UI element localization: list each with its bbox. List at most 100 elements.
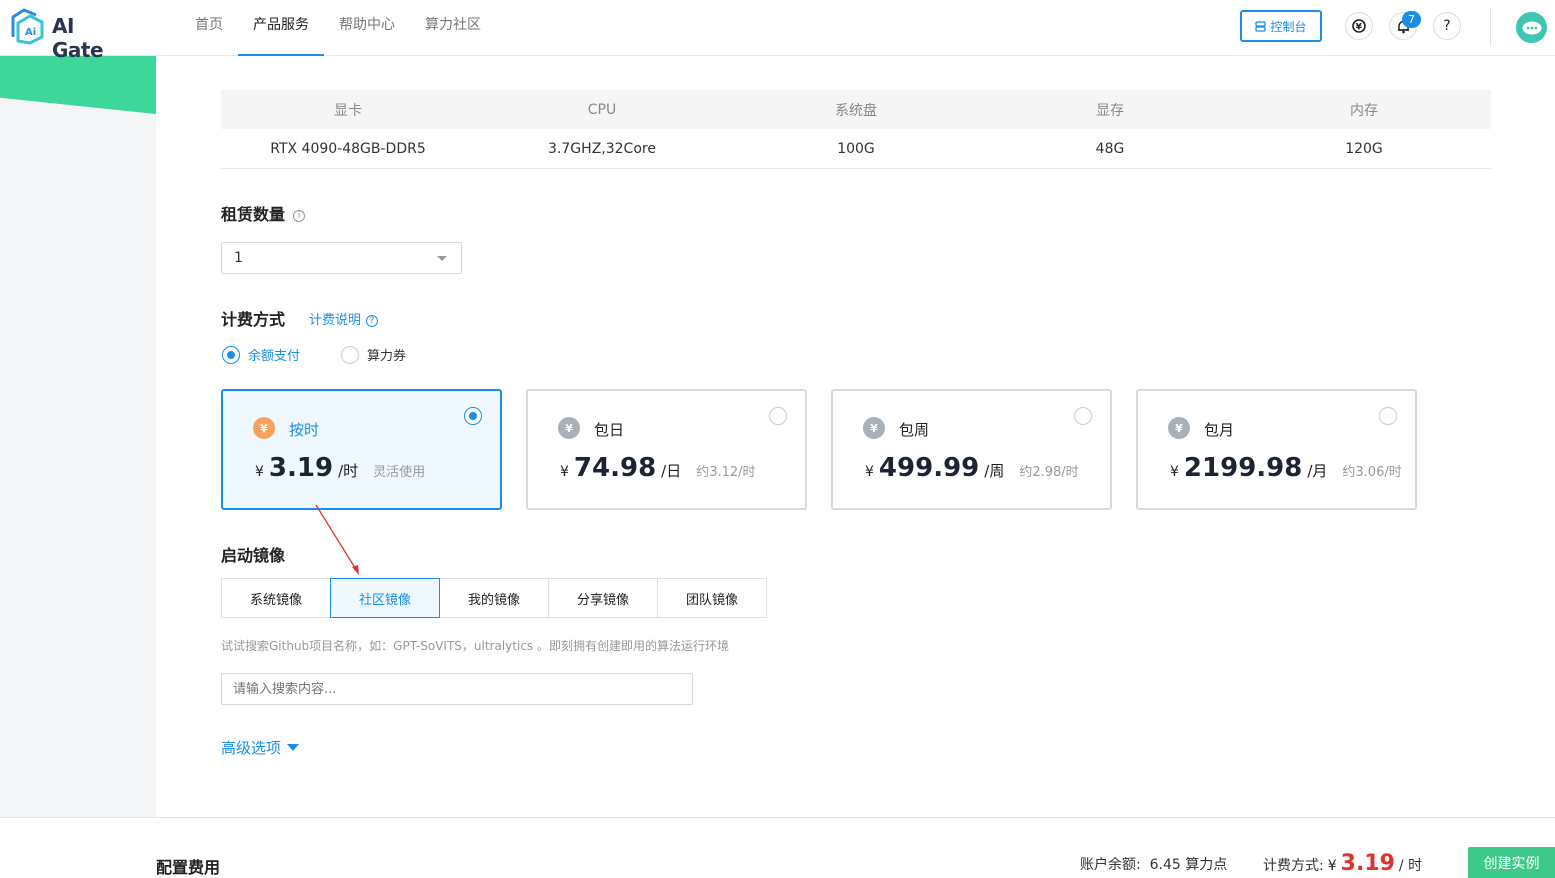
bill-label: 计费方式: [1263,858,1324,874]
radio-voucher[interactable]: 算力券 [341,345,406,364]
td-cpu: 3.7GHZ,32Core [548,140,656,157]
create-instance-button[interactable]: 创建实例 [1468,847,1555,878]
bill-amount: 3.19 [1340,851,1395,876]
plan-card-weekly[interactable]: ¥ 包周 ¥ 499.99 /周 约2.98/时 [831,389,1112,510]
plan-radio[interactable] [464,407,482,425]
plan-price: ¥ 74.98 /日 约3.12/时 [560,453,756,483]
plan-radio[interactable] [769,407,787,425]
tab-system-image[interactable]: 系统镜像 [221,578,331,618]
quantity-value: 1 [234,250,243,266]
coin-icon: ¥ [253,417,275,439]
left-panel [0,56,156,818]
logo[interactable]: Ai AI Gate [10,7,130,62]
bill-currency: ¥ [1327,858,1337,874]
plan-name: 包日 [594,421,625,439]
tab-shared-image[interactable]: 分享镜像 [548,578,658,618]
plan-card-monthly[interactable]: ¥ 包月 ¥ 2199.98 /月 约3.06/时 [1136,389,1417,510]
plan-amount: 3.19 [268,453,334,483]
plan-price: ¥ 499.99 /周 约2.98/时 [865,453,1079,483]
console-label: 控制台 [1270,19,1307,34]
question-icon: ? [366,314,379,327]
currency-exchange-icon[interactable]: ¥ [1345,12,1373,40]
coin-icon: ¥ [1168,417,1190,439]
chevron-down-icon [437,256,447,261]
plan-price: ¥ 3.19 /时 灵活使用 [255,453,425,483]
nav-home[interactable]: 首页 [180,0,238,56]
th-vram: 显存 [1096,102,1124,119]
tab-community-image[interactable]: 社区镜像 [330,578,440,618]
avatar-chat-icon [1522,21,1541,34]
info-icon[interactable]: i [293,209,306,222]
plan-unit: /时 [338,462,359,480]
radio-balance-pay-label: 余额支付 [248,349,301,364]
table-header-row: 显卡 CPU 系统盘 显存 内存 [221,90,1491,129]
image-tabs: 系统镜像 社区镜像 我的镜像 分享镜像 团队镜像 [221,578,767,618]
radio-dot-selected [222,345,240,364]
plan-currency: ¥ [1170,464,1179,480]
rental-quantity-label: 租赁数量 [221,205,286,224]
advanced-options-label: 高级选项 [221,739,282,757]
plan-unit: /日 [661,462,682,480]
billing-title: 计费方式 [221,310,286,329]
td-gpu: RTX 4090-48GB-DDR5 [270,140,426,157]
billing-summary: 计费方式: ¥ 3.19 / 时 [1263,851,1422,876]
plan-name: 包周 [899,421,930,439]
advanced-options-toggle[interactable]: 高级选项 [221,737,300,758]
top-header: Ai AI Gate 首页 产品服务 帮助中心 算力社区 控制台 ¥ 7 ? [0,0,1555,62]
plan-unit: /月 [1307,462,1328,480]
balance-label: 账户余额: [1080,857,1141,873]
plan-name: 包月 [1204,421,1235,439]
plan-note: 约2.98/时 [1019,465,1079,480]
bill-unit: / 时 [1398,858,1423,874]
radio-dot [341,345,359,364]
plan-amount: 2199.98 [1183,453,1303,483]
plan-note: 灵活使用 [373,465,426,480]
image-search-input[interactable] [221,673,693,705]
coin-icon: ¥ [558,417,580,439]
td-memory: 120G [1345,140,1383,157]
plan-note: 约3.12/时 [696,465,756,480]
plan-unit: /周 [984,462,1005,480]
search-hint: 试试搜索Github项目名称，如：GPT-SoVITS，ultralytics … [221,639,729,653]
billing-explain-link[interactable]: 计费说明? [309,309,379,328]
radio-balance-pay[interactable]: 余额支付 [222,345,300,364]
console-button[interactable]: 控制台 [1240,10,1322,42]
notification-badge: 7 [1402,11,1421,28]
tab-team-image[interactable]: 团队镜像 [657,578,767,618]
footer-bar: 配置费用 账户余额: 6.45 算力点 计费方式: ¥ 3.19 / 时 创建实… [0,817,1555,878]
caret-down-icon [287,744,300,751]
plan-price: ¥ 2199.98 /月 约3.06/时 [1170,453,1402,483]
plan-amount: 499.99 [878,453,980,483]
avatar[interactable] [1516,12,1547,43]
help-icon[interactable]: ? [1433,12,1461,40]
rental-quantity-title: 租赁数量 i [221,201,306,225]
plan-currency: ¥ [560,464,569,480]
nav-products[interactable]: 产品服务 [238,0,324,56]
coin-icon: ¥ [863,417,885,439]
plan-currency: ¥ [255,464,264,480]
plan-radio[interactable] [1074,407,1092,425]
plan-card-daily[interactable]: ¥ 包日 ¥ 74.98 /日 约3.12/时 [526,389,807,510]
plan-card-hourly[interactable]: ¥ 按时 ¥ 3.19 /时 灵活使用 [221,389,502,510]
nav-community[interactable]: 算力社区 [410,0,496,56]
th-cpu: CPU [587,101,617,118]
main-nav: 首页 产品服务 帮助中心 算力社区 [180,0,496,56]
boot-image-title: 启动镜像 [221,546,286,565]
balance-value: 6.45 算力点 [1149,857,1228,873]
th-system-disk: 系统盘 [835,102,877,119]
tab-my-image[interactable]: 我的镜像 [439,578,549,618]
header-divider [1490,8,1491,46]
console-icon [1255,20,1267,32]
plan-note: 约3.06/时 [1342,465,1402,480]
account-balance: 账户余额: 6.45 算力点 [1080,854,1227,874]
logo-text: AI Gate [52,14,104,62]
plan-amount: 74.98 [573,453,657,483]
nav-help-center[interactable]: 帮助中心 [324,0,410,56]
quantity-select[interactable]: 1 [221,242,462,274]
plan-currency: ¥ [865,464,874,480]
svg-text:¥: ¥ [1356,23,1363,33]
plan-radio[interactable] [1379,407,1397,425]
billing-explain-label: 计费说明 [309,313,362,328]
radio-voucher-label: 算力券 [367,349,407,364]
logo-icon: Ai [11,8,44,45]
